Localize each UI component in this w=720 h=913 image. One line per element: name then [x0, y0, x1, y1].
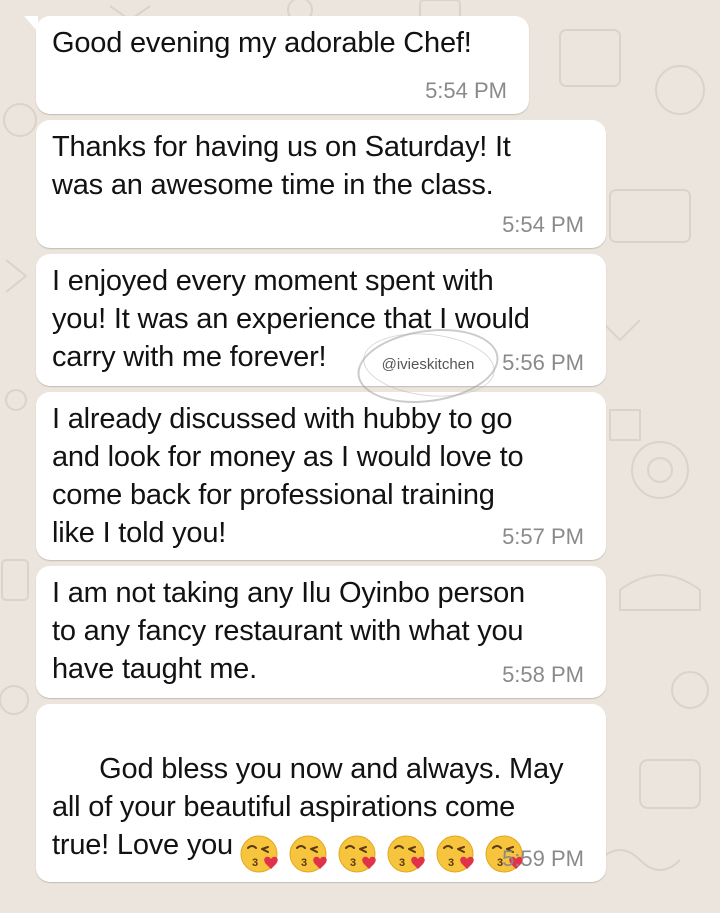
- watermark-text: @ivieskitchen: [381, 356, 475, 373]
- message-text: Thanks for having us on Saturday! It was…: [52, 131, 511, 201]
- message-bubble-5[interactable]: I am not taking any Ilu Oyinbo person to…: [36, 566, 606, 698]
- face-throwing-a-kiss-emoji: 3: [289, 835, 327, 873]
- svg-text:3: 3: [252, 857, 258, 869]
- face-throwing-a-kiss-emoji: 3: [436, 835, 474, 873]
- svg-text:3: 3: [448, 857, 454, 869]
- message-timestamp: 5:54 PM: [425, 78, 507, 103]
- message-text: God bless you now and always. May all of…: [52, 712, 588, 913]
- message-bubble-6[interactable]: God bless you now and always. May all of…: [36, 704, 606, 882]
- face-throwing-a-kiss-emoji: 3: [338, 835, 376, 873]
- emoji-row: 333333: [239, 833, 533, 875]
- message-timestamp: 5:57 PM: [502, 524, 584, 549]
- bubble-tail: [24, 16, 38, 32]
- message-text: Good evening my adorable Chef!: [52, 27, 472, 59]
- message-timestamp: 5:54 PM: [502, 212, 584, 237]
- face-throwing-a-kiss-emoji: 3: [387, 835, 425, 873]
- message-bubble-1[interactable]: Good evening my adorable Chef! 5:54 PM: [24, 16, 529, 114]
- face-throwing-a-kiss-emoji: 3: [240, 835, 278, 873]
- message-timestamp: 5:58 PM: [502, 662, 584, 687]
- message-bubble-2[interactable]: Thanks for having us on Saturday! It was…: [36, 120, 606, 248]
- message-bubble-4[interactable]: I already discussed with hubby to go and…: [36, 392, 606, 560]
- message-bubble-3[interactable]: I enjoyed every moment spent with you! I…: [36, 254, 606, 386]
- message-timestamp: 5:56 PM: [502, 350, 584, 375]
- svg-text:3: 3: [399, 857, 405, 869]
- chat-thread: Good evening my adorable Chef! 5:54 PM T…: [0, 0, 720, 886]
- svg-text:3: 3: [350, 857, 356, 869]
- message-timestamp: 5:59 PM: [502, 846, 584, 871]
- watermark-stamp: @ivieskitchen: [352, 320, 504, 412]
- svg-text:3: 3: [301, 857, 307, 869]
